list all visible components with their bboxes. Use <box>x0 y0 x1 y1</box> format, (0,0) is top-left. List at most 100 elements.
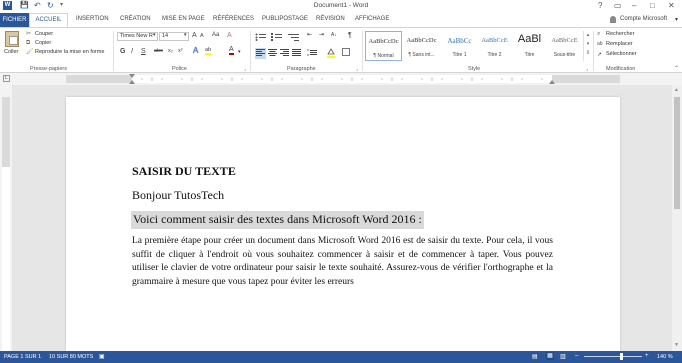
undo-icon[interactable]: ↶ <box>34 1 41 10</box>
zoom-level[interactable]: 140 % <box>657 354 673 360</box>
redo-icon[interactable]: ↻ <box>47 1 54 10</box>
tab-review[interactable]: RÉVISION <box>316 16 345 22</box>
tab-file[interactable]: FICHIER <box>0 13 29 27</box>
font-name-combo[interactable]: Times New R <box>117 32 158 41</box>
doc-greeting[interactable]: Bonjour TutosTech <box>132 188 224 203</box>
style-subtitle[interactable]: AaBbCcE Sous-titre <box>546 31 583 61</box>
font-color-icon[interactable]: A <box>229 46 234 55</box>
tab-design[interactable]: CRÉATION <box>120 16 151 22</box>
align-right-icon[interactable] <box>280 49 289 58</box>
print-layout-icon[interactable]: ▦ <box>546 352 554 360</box>
paste-button[interactable]: Coller <box>4 49 18 55</box>
paste-icon[interactable] <box>5 31 19 47</box>
format-painter-icon[interactable]: 🖌 <box>26 48 34 57</box>
numbering-icon[interactable] <box>271 33 283 43</box>
word-count[interactable]: 10 SUR 80 MOTS <box>49 354 93 360</box>
document-page[interactable]: SAISIR DU TEXTE Bonjour TutosTech Voici … <box>66 97 620 351</box>
word-app-icon[interactable]: W <box>3 1 12 10</box>
multilevel-list-icon[interactable] <box>288 33 300 43</box>
vertical-ruler[interactable] <box>0 85 12 351</box>
read-mode-icon[interactable]: ▤ <box>532 353 538 360</box>
bold-button[interactable]: G <box>120 47 125 56</box>
replace-icon[interactable]: ab <box>597 41 603 47</box>
style-title[interactable]: AaBl Titre <box>511 31 548 61</box>
search-icon[interactable]: ⌕ <box>597 31 600 38</box>
style-heading-2[interactable]: AaBbCcE Titre 2 <box>476 31 513 61</box>
doc-paragraph[interactable]: La première étape pour créer un document… <box>132 235 553 289</box>
copy-button[interactable]: Copier <box>35 40 51 46</box>
zoom-in-icon[interactable]: + <box>645 353 649 359</box>
tab-layout[interactable]: MISE EN PAGE <box>162 16 205 22</box>
style-heading-1[interactable]: AaBbCc Titre 1 <box>441 31 478 61</box>
web-layout-icon[interactable]: ▥ <box>560 353 566 360</box>
cut-button[interactable]: Couper <box>35 31 53 37</box>
increase-indent-icon[interactable]: ⇥ <box>319 31 324 40</box>
tab-view[interactable]: AFFICHAGE <box>355 16 389 22</box>
tab-references[interactable]: RÉFÉRENCES <box>213 16 254 22</box>
find-button[interactable]: Rechercher <box>606 31 634 37</box>
bullets-icon[interactable] <box>255 33 267 43</box>
subscript-button[interactable]: x₂ <box>168 47 173 56</box>
account-button[interactable]: Compte Microsoft <box>620 16 667 22</box>
style-no-spacing[interactable]: AaBbCcDc ¶ Sans int... <box>403 31 440 61</box>
proofing-icon[interactable]: ▣ <box>99 353 105 360</box>
tab-mailings[interactable]: PUBLIPOSTAGE <box>262 16 308 22</box>
minimize-icon[interactable]: – <box>632 1 636 10</box>
collapse-ribbon-icon[interactable]: ⌃ <box>674 65 679 72</box>
decrease-indent-icon[interactable]: ⇤ <box>307 31 312 40</box>
zoom-slider-thumb[interactable] <box>620 353 623 360</box>
font-size-chevron-icon[interactable]: ▾ <box>184 32 187 38</box>
style-normal[interactable]: AaBbCcDc ¶ Normal <box>365 31 402 61</box>
font-color-chevron-icon[interactable]: ▾ <box>238 49 241 55</box>
justify-icon[interactable] <box>292 49 301 58</box>
tab-home[interactable]: ACCUEIL <box>29 13 68 27</box>
close-icon[interactable]: ✕ <box>668 1 675 10</box>
text-effects-icon[interactable]: A <box>193 46 198 55</box>
underline-button[interactable]: S <box>141 47 146 56</box>
copy-icon[interactable]: ⧉ <box>26 39 30 48</box>
italic-button[interactable]: I <box>131 47 133 56</box>
tab-selector-icon[interactable]: L <box>3 75 10 82</box>
format-painter-button[interactable]: Reproduire la mise en forme <box>35 49 104 55</box>
grow-font-icon[interactable]: A <box>192 31 197 40</box>
hanging-indent-marker[interactable] <box>129 80 135 84</box>
scroll-down-icon[interactable]: ▼ <box>674 342 679 348</box>
superscript-button[interactable]: x² <box>178 47 183 56</box>
shrink-font-icon[interactable]: A <box>200 32 204 41</box>
help-icon[interactable]: ? <box>598 1 602 10</box>
doc-heading[interactable]: SAISIR DU TEXTE <box>132 164 236 179</box>
account-chevron-icon[interactable]: ▾ <box>675 16 678 23</box>
save-icon[interactable]: 💾 <box>20 1 29 9</box>
styles-gallery-scroll[interactable]: ▴ ▾ ⊻ <box>583 31 592 61</box>
right-indent-marker[interactable] <box>549 80 555 84</box>
first-line-indent-marker[interactable] <box>129 74 135 78</box>
clear-formatting-icon[interactable]: A <box>227 31 232 40</box>
page-count[interactable]: PAGE 1 SUR 1 <box>4 354 41 360</box>
zoom-slider[interactable] <box>584 356 642 357</box>
scroll-thumb[interactable] <box>674 97 680 209</box>
maximize-icon[interactable]: □ <box>650 1 655 10</box>
customize-qat-icon[interactable]: ▾ <box>60 1 63 8</box>
align-left-icon[interactable] <box>255 48 266 59</box>
cut-icon[interactable]: ✂ <box>26 30 31 39</box>
select-button[interactable]: Sélectionner <box>606 51 637 57</box>
borders-icon[interactable] <box>342 48 350 56</box>
font-dialog-launcher-icon[interactable]: ⌟ <box>244 66 246 72</box>
align-center-icon[interactable] <box>268 49 277 58</box>
line-spacing-icon[interactable] <box>307 49 317 58</box>
sort-icon[interactable]: A↓ <box>331 31 337 40</box>
tab-insert[interactable]: INSERTION <box>76 16 109 22</box>
styles-dialog-launcher-icon[interactable]: ⌟ <box>586 66 588 72</box>
strikethrough-button[interactable]: abc <box>154 47 163 56</box>
replace-button[interactable]: Remplacer <box>606 41 633 47</box>
highlight-color-icon[interactable]: ab <box>205 47 212 55</box>
doc-selected-line[interactable]: Voici comment saisir des textes dans Mic… <box>131 211 424 229</box>
paragraph-dialog-launcher-icon[interactable]: ⌟ <box>356 66 358 72</box>
zoom-out-icon[interactable]: – <box>575 353 578 359</box>
scroll-up-icon[interactable]: ▲ <box>674 87 679 93</box>
change-case-icon[interactable]: Aa <box>212 31 219 40</box>
ribbon-display-icon[interactable]: ▭ <box>614 1 622 10</box>
shading-icon[interactable] <box>327 48 335 58</box>
select-icon[interactable]: ➚ <box>597 51 602 58</box>
font-name-chevron-icon[interactable]: ▾ <box>153 32 156 38</box>
